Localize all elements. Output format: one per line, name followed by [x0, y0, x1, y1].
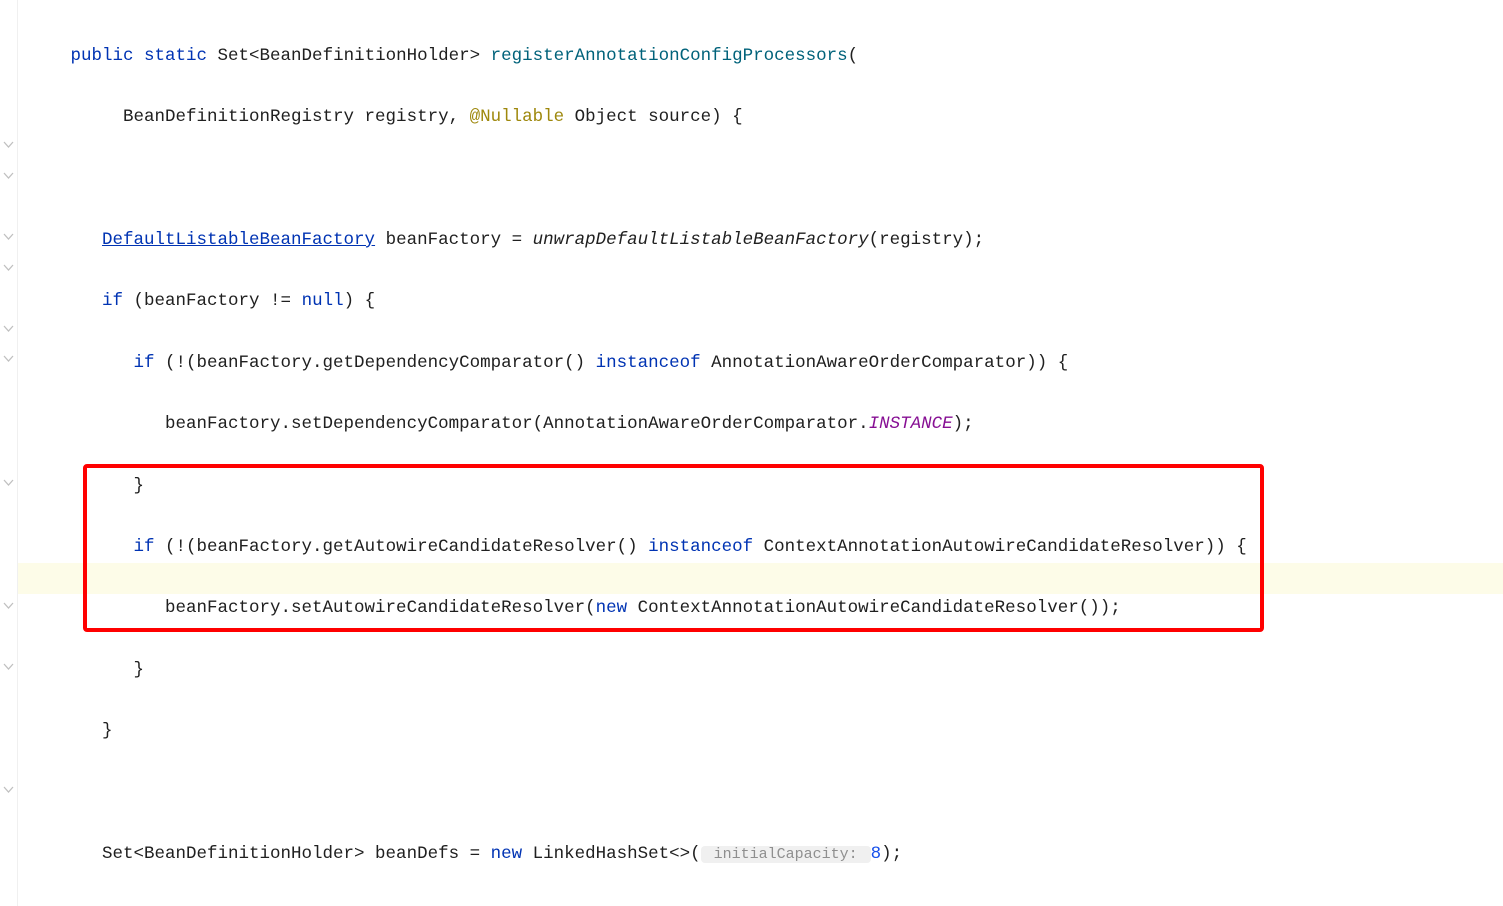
fold-marker-icon[interactable] [2, 660, 15, 673]
brace-close: } [18, 476, 144, 496]
paren: ( [848, 46, 859, 66]
cond-2b: AnnotationAwareOrderComparator)) { [711, 353, 1068, 373]
cond-1: (beanFactory != [134, 291, 302, 311]
keyword-null: null [302, 291, 344, 311]
keyword-if: if [18, 537, 165, 557]
keyword-instanceof: instanceof [648, 537, 764, 557]
fold-marker-icon[interactable] [2, 322, 15, 335]
annotation-nullable: @Nullable [470, 107, 565, 127]
fold-marker-icon[interactable] [2, 230, 15, 243]
fold-marker-icon[interactable] [2, 261, 15, 274]
param-source: Object source) { [564, 107, 743, 127]
call-setdepcmp: beanFactory.setDependencyComparator(Anno… [18, 414, 869, 434]
cond-2a: (!(beanFactory.getDependencyComparator() [165, 353, 596, 373]
keyword-if: if [18, 291, 134, 311]
cond-3a: (!(beanFactory.getAutowireCandidateResol… [165, 537, 648, 557]
ctor-linkedhashset: LinkedHashSet<>( [533, 844, 701, 864]
ctor-contextresolver: ContextAnnotationAutowireCandidateResolv… [638, 598, 1121, 618]
var-beanfactory: beanFactory = [375, 230, 533, 250]
call-arg: (registry); [869, 230, 985, 250]
keyword-if: if [18, 353, 165, 373]
call-unwrapdefault: unwrapDefaultListableBeanFactory [533, 230, 869, 250]
type-link-defaultlistablebeanfactory[interactable]: DefaultListableBeanFactory [102, 230, 375, 250]
cond-3b: ContextAnnotationAutowireCandidateResolv… [764, 537, 1247, 557]
brace-close: } [18, 721, 113, 741]
fold-marker-icon[interactable] [2, 352, 15, 365]
param-registry: BeanDefinitionRegistry registry, [18, 107, 470, 127]
keyword-new: new [596, 598, 638, 618]
fold-marker-icon[interactable] [2, 169, 15, 182]
semi: ); [953, 414, 974, 434]
param-hint-initialcapacity: initialCapacity: [701, 846, 871, 863]
code-editor[interactable]: public static Set<BeanDefinitionHolder> … [0, 0, 1503, 906]
keyword-new: new [491, 844, 533, 864]
keyword-instanceof: instanceof [596, 353, 712, 373]
literal-8: 8 [871, 844, 882, 864]
cond-close: ) { [344, 291, 376, 311]
decl-beandefs: Set<BeanDefinitionHolder> beanDefs = [18, 844, 491, 864]
keyword-public: public static [18, 46, 218, 66]
semi: ); [881, 844, 902, 864]
const-instance: INSTANCE [869, 414, 953, 434]
call-setautowire: beanFactory.setAutowireCandidateResolver… [18, 598, 596, 618]
fold-gutter [0, 0, 18, 906]
indent [18, 230, 102, 250]
fold-marker-icon[interactable] [2, 476, 15, 489]
brace-close: } [18, 660, 144, 680]
fold-marker-icon[interactable] [2, 138, 15, 151]
fold-marker-icon[interactable] [2, 783, 15, 796]
code-block[interactable]: public static Set<BeanDefinitionHolder> … [18, 10, 1247, 906]
type-set: Set<BeanDefinitionHolder> [218, 46, 491, 66]
fold-marker-icon[interactable] [2, 599, 15, 612]
method-name-decl: registerAnnotationConfigProcessors [491, 46, 848, 66]
